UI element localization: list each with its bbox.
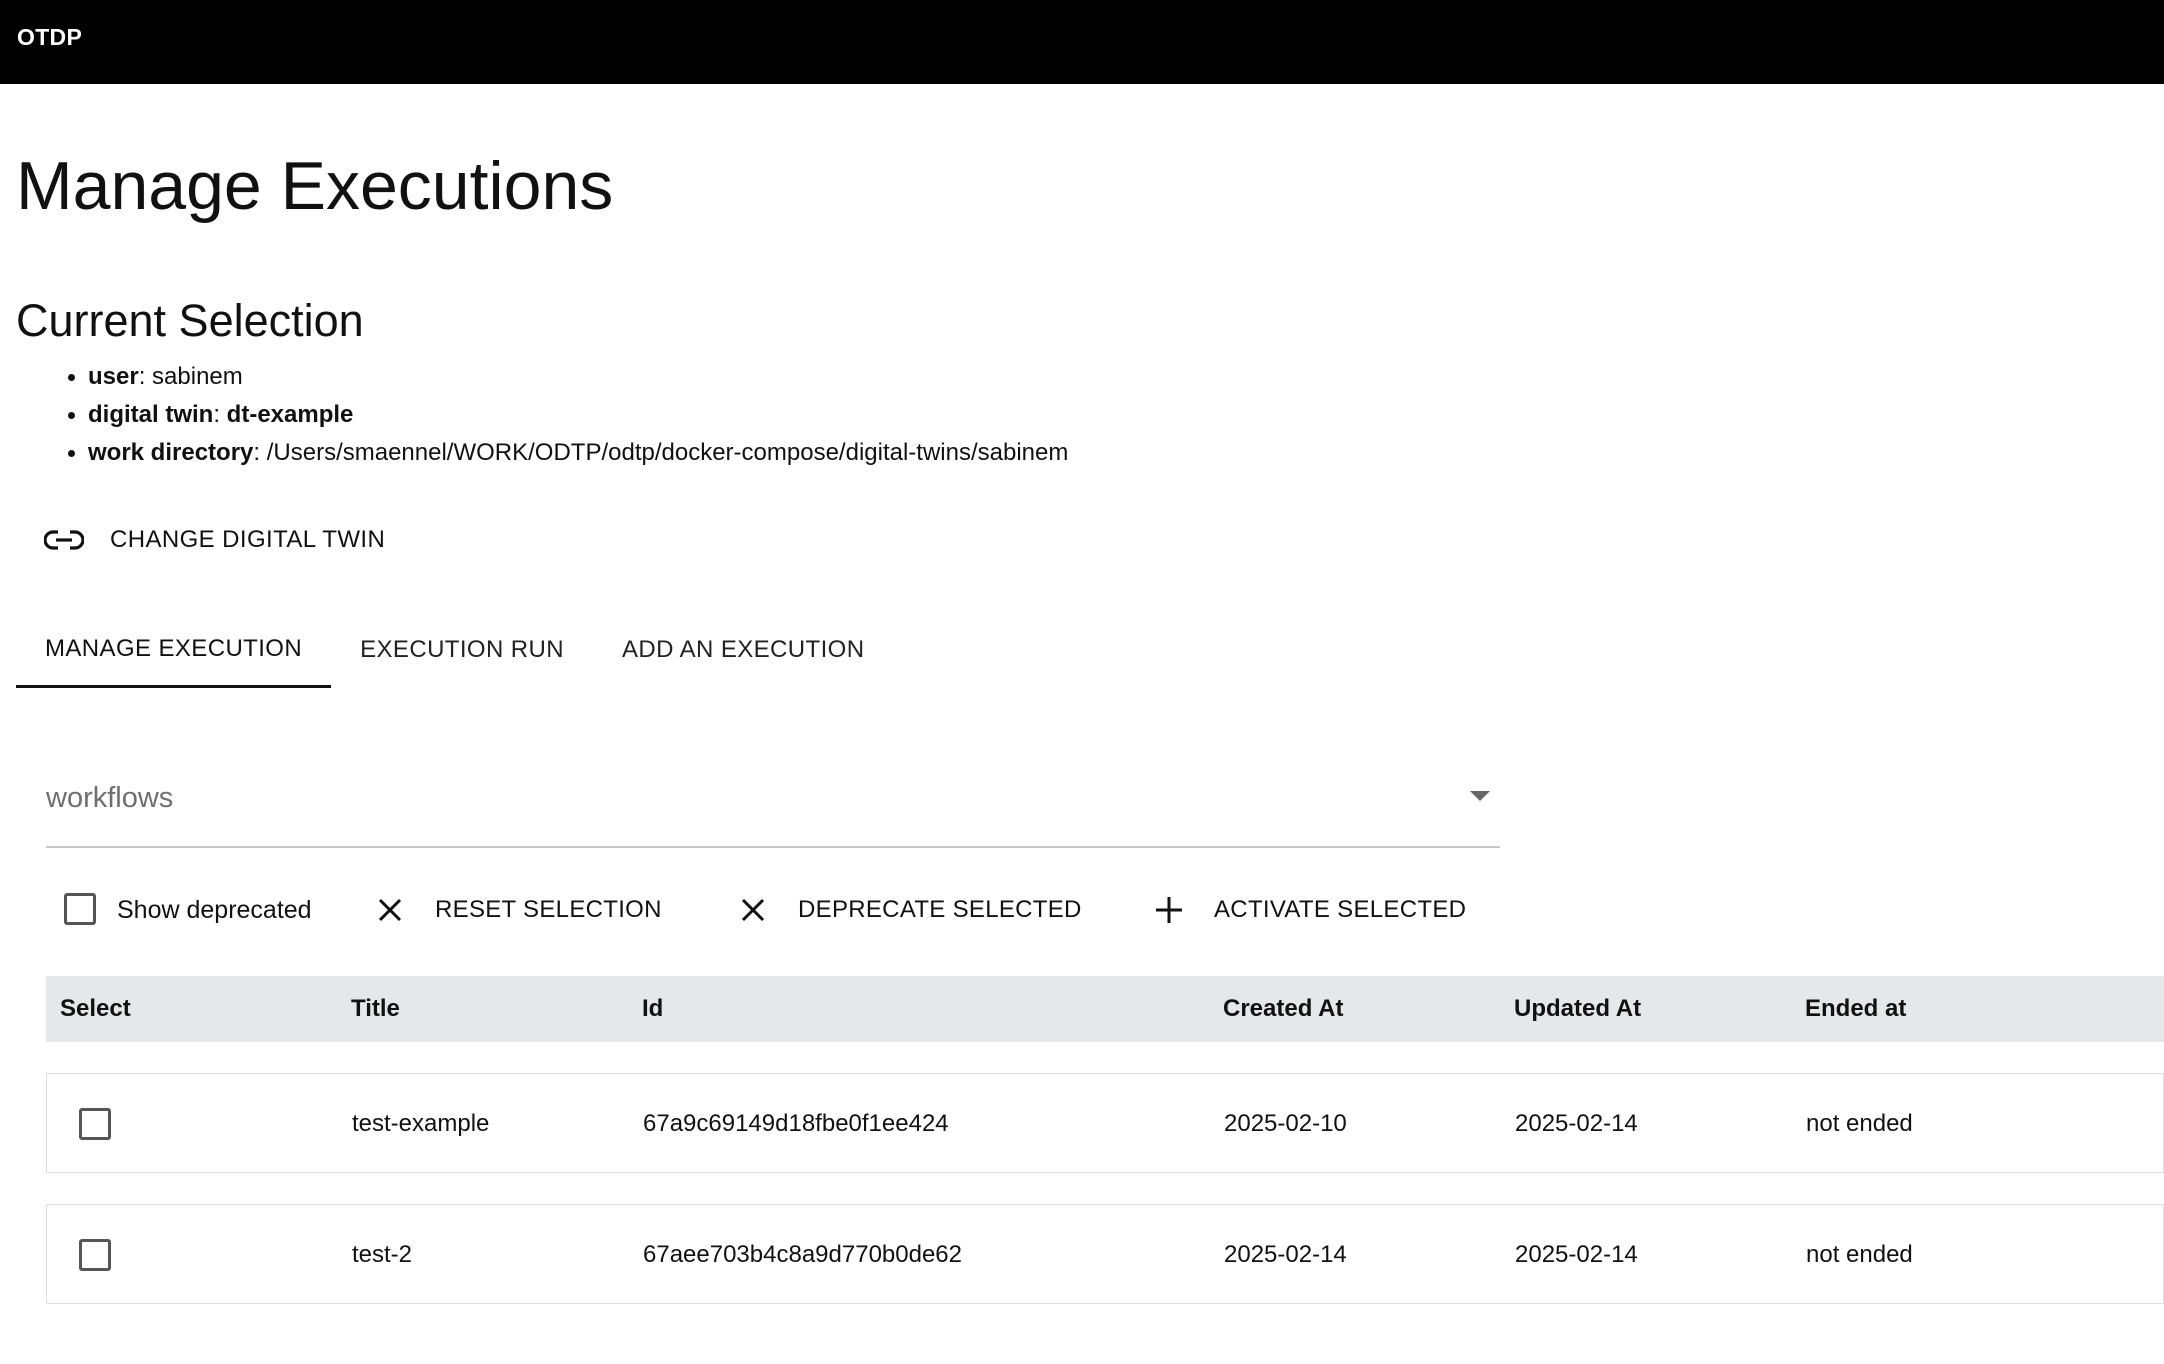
current-selection-title: Current Selection — [16, 295, 364, 346]
selection-key: work directory — [88, 439, 254, 466]
selection-value: dt-example — [226, 401, 354, 428]
workflows-select[interactable]: workflows — [46, 760, 1500, 848]
tab-bar: MANAGE EXECUTION EXECUTION RUN ADD AN EX… — [16, 612, 893, 688]
table-row[interactable]: test-2 67aee703b4c8a9d770b0de62 2025-02-… — [46, 1204, 2164, 1304]
close-icon — [375, 895, 405, 925]
selection-separator: : — [213, 401, 227, 428]
activate-selected-label: ACTIVATE SELECTED — [1214, 896, 1467, 923]
plus-icon — [1154, 895, 1184, 925]
selection-toolbar: Show deprecated RESET SELECTION DEPRECAT… — [0, 880, 2164, 940]
top-app-bar: OTDP — [0, 0, 2164, 84]
row-id: 67a9c69149d18fbe0f1ee424 — [643, 1110, 949, 1137]
app-title[interactable]: OTDP — [17, 24, 82, 51]
selection-separator: : — [138, 363, 153, 390]
tab-add-an-execution[interactable]: ADD AN EXECUTION — [593, 612, 893, 688]
current-selection-list: user: sabinem digital twin: dt-example w… — [67, 358, 1069, 472]
column-header-created-at: Created At — [1223, 995, 1344, 1022]
change-digital-twin-button[interactable]: CHANGE DIGITAL TWIN — [44, 518, 385, 562]
row-updated-at: 2025-02-14 — [1515, 1110, 1638, 1137]
column-header-id: Id — [642, 995, 664, 1022]
selection-value: sabinem — [152, 363, 243, 390]
tab-manage-execution[interactable]: MANAGE EXECUTION — [16, 612, 332, 688]
row-created-at: 2025-02-10 — [1224, 1110, 1347, 1137]
dropdown-caret-icon[interactable] — [1470, 791, 1490, 801]
row-updated-at: 2025-02-14 — [1515, 1241, 1638, 1268]
reset-selection-label: RESET SELECTION — [435, 896, 662, 923]
selection-separator: : — [253, 439, 267, 466]
row-id: 67aee703b4c8a9d770b0de62 — [643, 1241, 962, 1268]
row-created-at: 2025-02-14 — [1224, 1241, 1347, 1268]
change-digital-twin-label: CHANGE DIGITAL TWIN — [110, 526, 386, 553]
row-title: test-example — [352, 1110, 490, 1137]
column-header-select: Select — [60, 995, 131, 1022]
link-icon — [44, 526, 86, 554]
table-header: Select Title Id Created At Updated At En… — [46, 976, 2164, 1042]
show-deprecated-label[interactable]: Show deprecated — [117, 896, 312, 925]
deprecate-selected-button[interactable]: DEPRECATE SELECTED — [738, 880, 1082, 940]
reset-selection-button[interactable]: RESET SELECTION — [375, 880, 662, 940]
page-title: Manage Executions — [16, 148, 614, 224]
show-deprecated-checkbox[interactable] — [64, 893, 96, 925]
selection-item-digital-twin: digital twin: dt-example — [67, 396, 1068, 434]
row-ended-at: not ended — [1806, 1241, 1913, 1268]
column-header-title: Title — [351, 995, 400, 1022]
workflows-select-label: workflows — [46, 782, 174, 814]
selection-key: user — [88, 363, 139, 390]
close-icon — [738, 895, 768, 925]
row-select-checkbox[interactable] — [79, 1239, 111, 1271]
tab-execution-run[interactable]: EXECUTION RUN — [331, 612, 593, 688]
selection-item-work-directory: work directory: /Users/smaennel/WORK/ODT… — [67, 434, 1069, 472]
selection-item-user: user: sabinem — [67, 358, 1068, 396]
column-header-updated-at: Updated At — [1514, 995, 1642, 1022]
deprecate-selected-label: DEPRECATE SELECTED — [798, 896, 1082, 923]
row-ended-at: not ended — [1806, 1110, 1913, 1137]
selection-value: /Users/smaennel/WORK/ODTP/odtp/docker-co… — [266, 439, 1069, 466]
row-title: test-2 — [352, 1241, 413, 1268]
row-select-checkbox[interactable] — [79, 1108, 111, 1140]
selection-key: digital twin — [88, 401, 214, 428]
column-header-ended-at: Ended at — [1805, 995, 1907, 1022]
activate-selected-button[interactable]: ACTIVATE SELECTED — [1154, 880, 1466, 940]
table-row[interactable]: test-example 67a9c69149d18fbe0f1ee424 20… — [46, 1073, 2164, 1173]
